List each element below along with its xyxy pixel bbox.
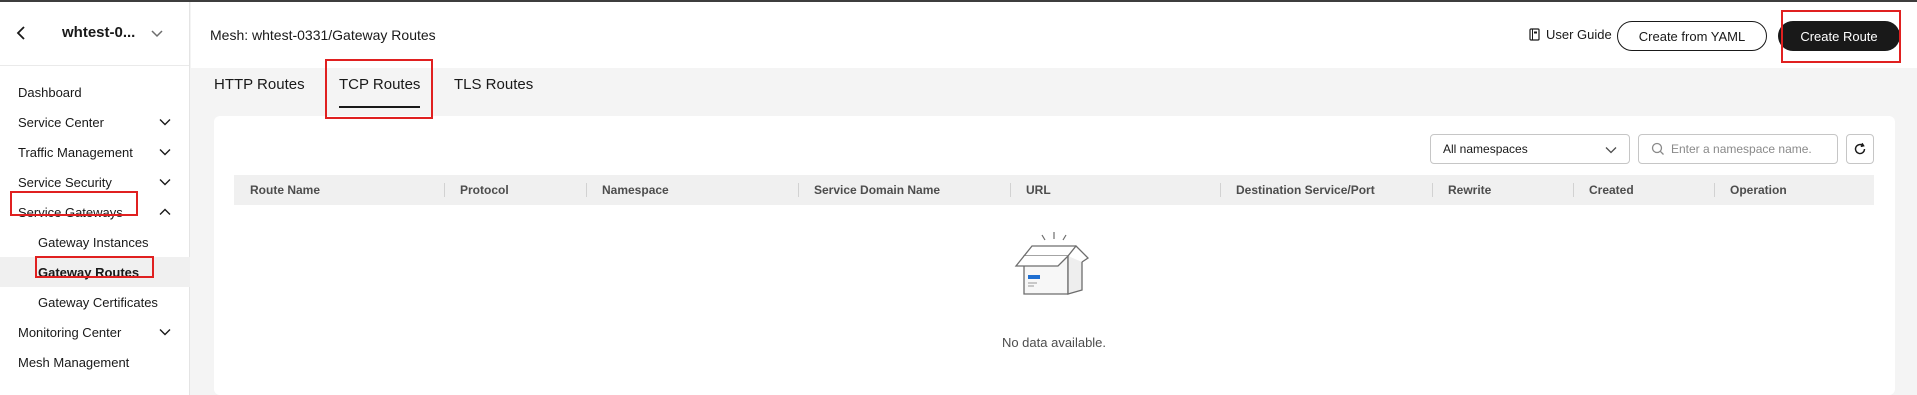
namespace-search-input[interactable]	[1671, 142, 1831, 156]
namespace-select[interactable]: All namespaces	[1430, 134, 1630, 164]
sidebar-item-service-gateways[interactable]: Service Gateways	[0, 197, 190, 227]
route-type-tabs: HTTP Routes TCP Routes TLS Routes	[191, 68, 1917, 116]
sidebar-item-label: Service Gateways	[18, 204, 123, 220]
sidebar-item-label: Mesh Management	[18, 354, 130, 370]
user-guide-link[interactable]: User Guide	[1529, 27, 1612, 42]
sidebar-item-label: Gateway Certificates	[38, 294, 158, 310]
sidebar-item-monitoring-center[interactable]: Monitoring Center	[0, 317, 190, 347]
refresh-button[interactable]	[1846, 134, 1874, 164]
sidebar-item-label: Gateway Instances	[38, 234, 149, 250]
back-arrow-icon[interactable]	[14, 25, 28, 41]
sidebar-item-label: Service Security	[18, 174, 112, 190]
tab-tcp-routes[interactable]: TCP Routes	[339, 76, 421, 108]
sidebar-item-service-security[interactable]: Service Security	[0, 167, 190, 197]
sidebar-item-label: Gateway Routes	[38, 264, 140, 280]
table-header: Route Name Protocol Namespace Service Do…	[234, 175, 1874, 205]
sidebar-item-gateway-certificates[interactable]: Gateway Certificates	[0, 287, 190, 317]
breadcrumb: Mesh: whtest-0331/Gateway Routes	[210, 27, 436, 43]
sidebar-item-label: Monitoring Center	[18, 324, 122, 340]
column-header-created: Created	[1573, 175, 1634, 205]
tab-tls-routes[interactable]: TLS Routes	[454, 76, 533, 106]
sidebar-item-label: Service Center	[18, 114, 104, 130]
search-icon	[1651, 142, 1664, 155]
tab-http-routes[interactable]: HTTP Routes	[214, 76, 305, 106]
sidebar-item-label: Dashboard	[18, 84, 82, 100]
chevron-up-icon	[159, 208, 171, 215]
sidebar-item-gateway-instances[interactable]: Gateway Instances	[0, 227, 190, 257]
sidebar: whtest-0... Dashboard Service Center Tra…	[0, 2, 190, 395]
chevron-down-icon	[159, 179, 171, 186]
mesh-selector[interactable]: whtest-0...	[0, 2, 189, 66]
column-header-rewrite: Rewrite	[1432, 175, 1491, 205]
sidebar-item-service-center[interactable]: Service Center	[0, 107, 190, 137]
chevron-down-icon	[159, 119, 171, 126]
sidebar-item-label: Traffic Management	[18, 144, 133, 160]
column-header-service-domain-name: Service Domain Name	[798, 175, 940, 205]
create-route-button[interactable]: Create Route	[1778, 21, 1900, 51]
user-guide-label: User Guide	[1546, 27, 1612, 42]
namespace-search	[1638, 134, 1838, 164]
page-header: Mesh: whtest-0331/Gateway Routes User Gu…	[191, 2, 1917, 68]
sidebar-item-mesh-management[interactable]: Mesh Management	[0, 347, 190, 377]
chevron-down-icon	[159, 149, 171, 156]
column-header-protocol: Protocol	[444, 175, 509, 205]
sidebar-item-traffic-management[interactable]: Traffic Management	[0, 137, 190, 167]
chevron-down-icon[interactable]	[150, 29, 164, 39]
column-header-destination-service-port: Destination Service/Port	[1220, 175, 1375, 205]
refresh-icon	[1854, 142, 1866, 155]
namespace-select-value: All namespaces	[1443, 142, 1528, 156]
create-from-yaml-button[interactable]: Create from YAML	[1617, 21, 1767, 51]
chevron-down-icon	[1605, 147, 1617, 154]
chevron-down-icon	[159, 329, 171, 336]
column-header-route-name: Route Name	[250, 183, 321, 197]
column-header-url: URL	[1010, 175, 1051, 205]
mesh-name: whtest-0...	[62, 24, 136, 41]
column-header-operation: Operation	[1714, 175, 1787, 205]
empty-box-icon	[1014, 232, 1090, 295]
sidebar-item-gateway-routes[interactable]: Gateway Routes	[0, 257, 190, 287]
book-icon	[1529, 28, 1540, 41]
column-header-namespace: Namespace	[586, 175, 669, 205]
sidebar-item-dashboard[interactable]: Dashboard	[0, 77, 190, 107]
empty-state-text: No data available.	[1001, 335, 1107, 350]
